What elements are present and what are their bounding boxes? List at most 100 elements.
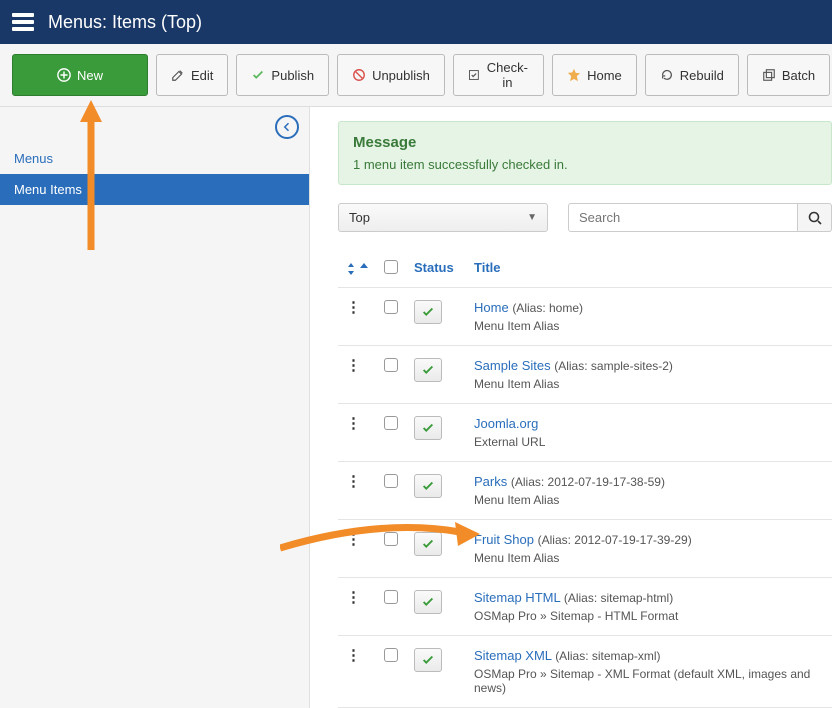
unpublish-button-label: Unpublish xyxy=(372,68,430,83)
main-content: Message 1 menu item successfully checked… xyxy=(310,107,832,708)
status-toggle-button[interactable] xyxy=(414,474,442,498)
row-checkbox[interactable] xyxy=(384,532,398,546)
check-icon xyxy=(421,421,435,435)
item-title-link[interactable]: Sample Sites xyxy=(474,358,551,373)
drag-handle-icon[interactable]: ⋮ xyxy=(346,300,361,315)
item-type: Menu Item Alias xyxy=(474,493,824,507)
sort-asc-icon xyxy=(360,263,368,275)
checkin-button-label: Check-in xyxy=(486,60,529,90)
edit-button[interactable]: Edit xyxy=(156,54,228,96)
col-status[interactable]: Status xyxy=(406,250,466,288)
batch-icon xyxy=(762,68,776,82)
sidebar-item-label: Menu Items xyxy=(14,182,82,197)
table-row: ⋮ Sitemap XML (Alias: sitemap-xml) OSMap… xyxy=(338,636,832,708)
table-row: ⋮ Joomla.org External URL xyxy=(338,404,832,462)
menu-select[interactable]: Top ▼ xyxy=(338,203,548,232)
rebuild-button-label: Rebuild xyxy=(680,68,724,83)
drag-handle-icon[interactable]: ⋮ xyxy=(346,416,361,431)
item-alias: (Alias: sample-sites-2) xyxy=(554,359,673,373)
item-title-link[interactable]: Home xyxy=(474,300,509,315)
checkbox-icon xyxy=(468,68,480,82)
star-icon xyxy=(567,68,581,82)
toolbar: New Edit Publish Unpublish Check-in Home… xyxy=(0,44,832,107)
sidebar: Menus Menu Items xyxy=(0,107,310,708)
item-title-link[interactable]: Joomla.org xyxy=(474,416,538,431)
drag-handle-icon[interactable]: ⋮ xyxy=(346,590,361,605)
cancel-icon xyxy=(352,68,366,82)
status-toggle-button[interactable] xyxy=(414,358,442,382)
table-row: ⋮ Home (Alias: home) Menu Item Alias xyxy=(338,288,832,346)
new-button[interactable]: New xyxy=(12,54,148,96)
col-order[interactable] xyxy=(338,250,376,288)
item-title-link[interactable]: Fruit Shop xyxy=(474,532,534,547)
item-type: OSMap Pro » Sitemap - XML Format (defaul… xyxy=(474,667,824,695)
drag-handle-icon[interactable]: ⋮ xyxy=(346,648,361,663)
table-row: ⋮ Fruit Shop (Alias: 2012-07-19-17-39-29… xyxy=(338,520,832,578)
status-toggle-button[interactable] xyxy=(414,532,442,556)
pencil-icon xyxy=(171,68,185,82)
publish-button-label: Publish xyxy=(271,68,314,83)
search-button[interactable] xyxy=(798,203,832,232)
status-toggle-button[interactable] xyxy=(414,300,442,324)
row-checkbox[interactable] xyxy=(384,648,398,662)
plus-icon xyxy=(57,68,71,82)
status-toggle-button[interactable] xyxy=(414,648,442,672)
menu-select-value: Top xyxy=(349,210,370,225)
item-alias: (Alias: 2012-07-19-17-38-59) xyxy=(511,475,665,489)
row-checkbox[interactable] xyxy=(384,590,398,604)
item-type: OSMap Pro » Sitemap - HTML Format xyxy=(474,609,824,623)
item-title-link[interactable]: Parks xyxy=(474,474,507,489)
message-title: Message xyxy=(353,134,817,151)
page-title: Menus: Items (Top) xyxy=(48,12,202,33)
drag-handle-icon[interactable]: ⋮ xyxy=(346,358,361,373)
rebuild-button[interactable]: Rebuild xyxy=(645,54,739,96)
table-row: ⋮ Sample Sites (Alias: sample-sites-2) M… xyxy=(338,346,832,404)
table-row: ⋮ Sitemap HTML (Alias: sitemap-html) OSM… xyxy=(338,578,832,636)
table-row: ⋮ Parks (Alias: 2012-07-19-17-38-59) Men… xyxy=(338,462,832,520)
home-button-label: Home xyxy=(587,68,622,83)
item-alias: (Alias: 2012-07-19-17-39-29) xyxy=(538,533,692,547)
batch-button-label: Batch xyxy=(782,68,815,83)
item-title-link[interactable]: Sitemap XML xyxy=(474,648,552,663)
check-icon xyxy=(421,363,435,377)
message-body: 1 menu item successfully checked in. xyxy=(353,157,817,172)
unpublish-button[interactable]: Unpublish xyxy=(337,54,445,96)
item-alias: (Alias: sitemap-html) xyxy=(564,591,673,605)
header-bar: Menus: Items (Top) xyxy=(0,0,832,44)
check-icon xyxy=(251,68,265,82)
edit-button-label: Edit xyxy=(191,68,213,83)
check-icon xyxy=(421,537,435,551)
sidebar-item-label: Menus xyxy=(14,151,53,166)
status-toggle-button[interactable] xyxy=(414,416,442,440)
drag-handle-icon[interactable]: ⋮ xyxy=(346,474,361,489)
hamburger-icon[interactable] xyxy=(12,13,34,31)
items-table: Status Title ⋮ Home (Alias: home) Menu I… xyxy=(338,250,832,708)
row-checkbox[interactable] xyxy=(384,474,398,488)
sidebar-item-menus[interactable]: Menus xyxy=(0,143,309,174)
col-checkbox xyxy=(376,250,406,288)
collapse-sidebar-button[interactable] xyxy=(275,115,299,139)
status-toggle-button[interactable] xyxy=(414,590,442,614)
row-checkbox[interactable] xyxy=(384,416,398,430)
item-type: Menu Item Alias xyxy=(474,551,824,565)
checkin-button[interactable]: Check-in xyxy=(453,54,544,96)
row-checkbox[interactable] xyxy=(384,300,398,314)
home-button[interactable]: Home xyxy=(552,54,637,96)
check-icon xyxy=(421,479,435,493)
check-icon xyxy=(421,653,435,667)
drag-handle-icon[interactable]: ⋮ xyxy=(346,532,361,547)
message-box: Message 1 menu item successfully checked… xyxy=(338,121,832,185)
chevron-down-icon: ▼ xyxy=(527,212,537,223)
col-title[interactable]: Title xyxy=(466,250,832,288)
publish-button[interactable]: Publish xyxy=(236,54,329,96)
search-icon xyxy=(807,210,823,226)
batch-button[interactable]: Batch xyxy=(747,54,830,96)
new-button-label: New xyxy=(77,68,103,83)
select-all-checkbox[interactable] xyxy=(384,260,398,274)
item-type: External URL xyxy=(474,435,824,449)
row-checkbox[interactable] xyxy=(384,358,398,372)
item-type: Menu Item Alias xyxy=(474,319,824,333)
item-title-link[interactable]: Sitemap HTML xyxy=(474,590,560,605)
search-input[interactable] xyxy=(568,203,798,232)
sidebar-item-menu-items[interactable]: Menu Items xyxy=(0,174,309,205)
